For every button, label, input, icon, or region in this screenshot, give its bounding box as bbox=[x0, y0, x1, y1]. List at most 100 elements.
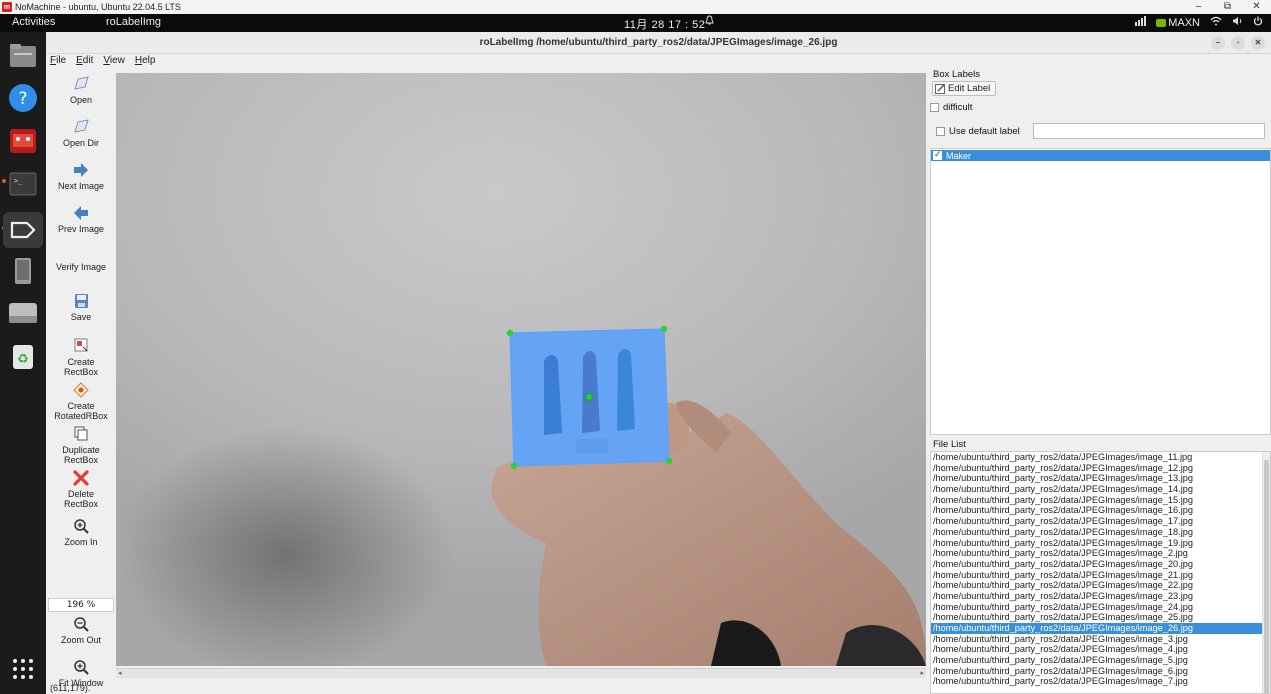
scrollbar-thumb[interactable] bbox=[1264, 460, 1269, 693]
drive-icon[interactable] bbox=[8, 298, 38, 328]
box-corner-handle[interactable] bbox=[665, 457, 673, 465]
tablet-icon[interactable] bbox=[8, 256, 38, 286]
app-menu-button[interactable]: roLabelImg bbox=[106, 16, 161, 28]
menu-file[interactable]: File bbox=[50, 55, 66, 69]
delete-icon bbox=[73, 470, 89, 486]
apps-grid-icon[interactable] bbox=[8, 654, 38, 684]
create-rotatedrbox-button[interactable]: Create RotatedRBox bbox=[46, 382, 116, 421]
file-list-item[interactable]: /home/ubuntu/third_party_ros2/data/JPEGI… bbox=[931, 463, 1270, 474]
arrow-right-icon bbox=[74, 163, 88, 177]
host-minimize-button[interactable]: – bbox=[1184, 0, 1213, 14]
file-list-item[interactable]: /home/ubuntu/third_party_ros2/data/JPEGI… bbox=[931, 473, 1270, 484]
file-list-item[interactable]: /home/ubuntu/third_party_ros2/data/JPEGI… bbox=[931, 644, 1270, 655]
file-list-item[interactable]: /home/ubuntu/third_party_ros2/data/JPEGI… bbox=[931, 527, 1270, 538]
file-list-item[interactable]: /home/ubuntu/third_party_ros2/data/JPEGI… bbox=[931, 538, 1270, 549]
verify-image-button[interactable]: Verify Image bbox=[46, 262, 116, 272]
next-image-button[interactable]: Next Image bbox=[46, 162, 116, 191]
zoom-spinbox[interactable]: 196 % bbox=[48, 598, 114, 612]
help-icon[interactable]: ? bbox=[8, 83, 38, 113]
box-labels-list[interactable]: Maker bbox=[930, 148, 1271, 435]
verify-image-label: Verify Image bbox=[55, 262, 107, 272]
menu-edit[interactable]: Edit bbox=[76, 55, 93, 69]
use-default-label-text: Use default label bbox=[949, 126, 1020, 137]
system-tray: MAXN bbox=[1134, 16, 1263, 29]
file-list-title: File List bbox=[933, 439, 966, 450]
use-default-label-checkbox[interactable] bbox=[936, 127, 945, 136]
file-list-item[interactable]: /home/ubuntu/third_party_ros2/data/JPEGI… bbox=[931, 655, 1270, 666]
file-list-item[interactable]: /home/ubuntu/third_party_ros2/data/JPEGI… bbox=[931, 623, 1270, 634]
scroll-right-arrow[interactable]: ▸ bbox=[920, 669, 924, 677]
file-list-item[interactable]: /home/ubuntu/third_party_ros2/data/JPEGI… bbox=[931, 612, 1270, 623]
file-list-item[interactable]: /home/ubuntu/third_party_ros2/data/JPEGI… bbox=[931, 495, 1270, 506]
file-list-item[interactable]: /home/ubuntu/third_party_ros2/data/JPEGI… bbox=[931, 516, 1270, 527]
host-close-button[interactable]: ✕ bbox=[1242, 0, 1271, 14]
nvidia-icon bbox=[1156, 18, 1167, 27]
box-corner-handle[interactable] bbox=[660, 325, 668, 333]
edit-label-button[interactable]: Edit Label bbox=[932, 81, 997, 96]
file-list-item[interactable]: /home/ubuntu/third_party_ros2/data/JPEGI… bbox=[931, 548, 1270, 559]
image-viewer-icon[interactable] bbox=[8, 126, 38, 156]
default-label-input[interactable] bbox=[1033, 123, 1265, 139]
file-list-item[interactable]: /home/ubuntu/third_party_ros2/data/JPEGI… bbox=[931, 580, 1270, 591]
wifi-icon[interactable] bbox=[1210, 16, 1222, 29]
window-minimize-button[interactable]: – bbox=[1211, 36, 1225, 50]
menu-help[interactable]: Help bbox=[135, 55, 156, 69]
volume-icon[interactable] bbox=[1232, 16, 1243, 29]
image-canvas[interactable] bbox=[116, 73, 926, 666]
create-rectbox-label: Create RectBox bbox=[63, 357, 98, 377]
box-center-handle[interactable] bbox=[585, 393, 593, 401]
power-mode-label: MAXN bbox=[1168, 16, 1200, 29]
file-list-item[interactable]: /home/ubuntu/third_party_ros2/data/JPEGI… bbox=[931, 505, 1270, 516]
left-toolbar: Open Open Dir Next Image Prev Image Veri… bbox=[46, 70, 116, 688]
power-icon[interactable] bbox=[1253, 16, 1263, 29]
window-close-button[interactable]: ✕ bbox=[1251, 36, 1265, 50]
network-status-icon[interactable] bbox=[1134, 16, 1147, 29]
power-mode-indicator[interactable]: MAXN bbox=[1156, 17, 1200, 29]
open-button[interactable]: Open bbox=[46, 76, 116, 105]
open-dir-icon bbox=[74, 119, 89, 133]
open-dir-button[interactable]: Open Dir bbox=[46, 119, 116, 148]
svg-text:?: ? bbox=[18, 89, 27, 109]
trash-icon[interactable]: ♻ bbox=[8, 341, 38, 371]
label-checkbox[interactable] bbox=[933, 149, 942, 160]
zoom-in-icon bbox=[74, 519, 89, 534]
box-corner-handle[interactable] bbox=[510, 462, 518, 470]
delete-rectbox-button[interactable]: Delete RectBox bbox=[46, 470, 116, 509]
zoom-out-button[interactable]: Zoom Out bbox=[46, 616, 116, 645]
nomachine-controls: – ⧉ ✕ bbox=[1184, 0, 1271, 14]
file-list-scrollbar[interactable] bbox=[1262, 452, 1270, 693]
zoom-out-label: Zoom Out bbox=[60, 635, 101, 645]
file-list-item[interactable]: /home/ubuntu/third_party_ros2/data/JPEGI… bbox=[931, 484, 1270, 495]
files-icon[interactable] bbox=[8, 40, 38, 70]
file-list-item[interactable]: /home/ubuntu/third_party_ros2/data/JPEGI… bbox=[931, 602, 1270, 613]
activities-button[interactable]: Activities bbox=[12, 16, 55, 28]
zoom-in-button[interactable]: Zoom In bbox=[46, 518, 116, 547]
edit-label-text: Edit Label bbox=[948, 83, 991, 94]
file-list-item[interactable]: /home/ubuntu/third_party_ros2/data/JPEGI… bbox=[931, 591, 1270, 602]
file-list-item[interactable]: /home/ubuntu/third_party_ros2/data/JPEGI… bbox=[931, 452, 1270, 463]
annotation-box[interactable] bbox=[506, 325, 673, 470]
file-list[interactable]: /home/ubuntu/third_party_ros2/data/JPEGI… bbox=[930, 451, 1271, 694]
clock[interactable]: 11月 28 17 : 52 bbox=[624, 16, 705, 32]
file-list-item[interactable]: /home/ubuntu/third_party_ros2/data/JPEGI… bbox=[931, 559, 1270, 570]
difficult-checkbox[interactable] bbox=[930, 103, 939, 112]
label-item-maker[interactable]: Maker bbox=[931, 149, 1270, 161]
duplicate-rectbox-button[interactable]: Duplicate RectBox bbox=[46, 426, 116, 465]
host-restore-button[interactable]: ⧉ bbox=[1213, 0, 1242, 14]
terminal-icon[interactable]: >_ bbox=[8, 169, 38, 199]
create-rectbox-button[interactable]: Create RectBox bbox=[46, 338, 116, 377]
file-list-item[interactable]: /home/ubuntu/third_party_ros2/data/JPEGI… bbox=[931, 666, 1270, 677]
label-item-text: Maker bbox=[946, 150, 972, 161]
window-title-bar: roLabelImg /home/ubuntu/third_party_ros2… bbox=[46, 32, 1271, 54]
menu-view[interactable]: View bbox=[103, 55, 125, 69]
window-maximize-button[interactable]: ▫ bbox=[1231, 36, 1245, 50]
file-list-item[interactable]: /home/ubuntu/third_party_ros2/data/JPEGI… bbox=[931, 570, 1270, 581]
box-corner-handle[interactable] bbox=[506, 329, 514, 337]
canvas-horizontal-scrollbar[interactable]: ◂ ▸ bbox=[116, 668, 926, 678]
rolabelimg-icon[interactable] bbox=[3, 212, 43, 248]
prev-image-button[interactable]: Prev Image bbox=[46, 205, 116, 234]
file-list-item[interactable]: /home/ubuntu/third_party_ros2/data/JPEGI… bbox=[931, 634, 1270, 645]
scroll-left-arrow[interactable]: ◂ bbox=[118, 669, 122, 677]
save-button[interactable]: Save bbox=[46, 293, 116, 322]
file-list-item[interactable]: /home/ubuntu/third_party_ros2/data/JPEGI… bbox=[931, 676, 1270, 687]
